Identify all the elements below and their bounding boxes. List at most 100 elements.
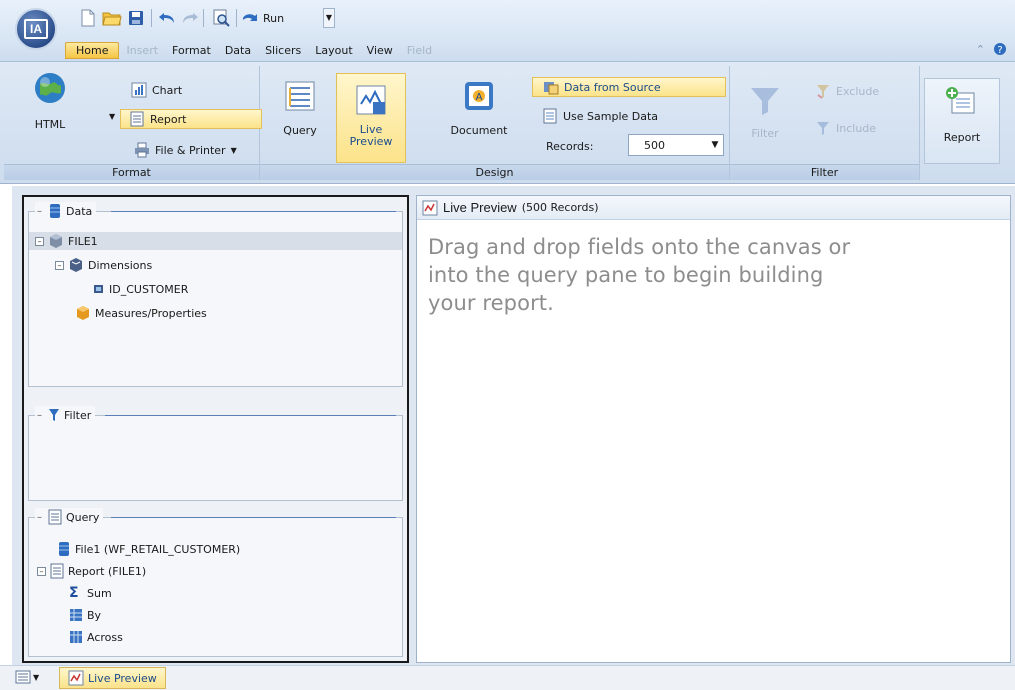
document-icon: A <box>465 82 493 110</box>
use-sample-data-label: Use Sample Data <box>563 109 659 123</box>
use-sample-data-button[interactable]: Use Sample Data <box>542 106 658 126</box>
redo-icon[interactable] <box>180 8 200 28</box>
across-icon <box>70 631 82 643</box>
records-dropdown-arrow[interactable]: ▼ <box>707 135 723 155</box>
query-label: Query <box>283 124 317 137</box>
collapse-icon[interactable]: – <box>35 206 44 217</box>
report-format-button[interactable]: Report <box>120 109 262 129</box>
database-icon <box>50 204 60 218</box>
file-printer-button[interactable]: File & Printer ▼ <box>134 140 237 160</box>
svg-text:A: A <box>476 92 483 103</box>
tree-sum[interactable]: Σ Sum <box>69 584 112 602</box>
live-preview-canvas[interactable]: Live Preview (500 Records) Drag and drop… <box>416 195 1011 663</box>
html-button[interactable]: HTML <box>22 70 78 131</box>
format-group-label: Format <box>4 164 259 180</box>
save-icon[interactable] <box>126 8 146 28</box>
html-dropdown-arrow[interactable]: ▼ <box>109 112 115 121</box>
expander-icon[interactable]: – <box>35 236 44 246</box>
query-panel-header[interactable]: – Query <box>35 508 104 526</box>
report-button-label: Report <box>943 131 981 144</box>
filter-button[interactable]: Filter <box>745 82 785 140</box>
filter-panel-header[interactable]: – Filter <box>35 406 96 424</box>
document-button[interactable]: A Document <box>443 78 515 137</box>
tree-query-file1[interactable]: File1 (WF_RETAIL_CUSTOMER) <box>57 540 240 558</box>
live-preview-button[interactable]: Live Preview <box>336 73 406 163</box>
design-group: Query Live Preview A Document Data from … <box>260 66 730 180</box>
filter-funnel-icon <box>751 88 779 115</box>
data-panel: – Data – FILE1 – Dimensions ID_CUSTOMER … <box>28 202 403 387</box>
data-panel-title: Data <box>66 204 93 218</box>
minimize-ribbon-icon[interactable]: ⌃ <box>976 43 985 56</box>
by-icon <box>70 609 82 621</box>
html-globe-icon <box>35 73 65 103</box>
dimensions-icon <box>70 258 82 272</box>
exclude-icon <box>817 85 829 99</box>
preview-record-count: (500 Records) <box>521 201 599 214</box>
app-logo[interactable]: IA <box>15 8 57 50</box>
data-from-source-icon <box>544 82 559 95</box>
collapse-icon[interactable]: – <box>35 512 44 523</box>
data-from-source-button[interactable]: Data from Source <box>532 77 726 97</box>
run-button[interactable]: Run <box>240 8 284 28</box>
expander-icon[interactable]: – <box>37 566 46 576</box>
run-icon <box>243 14 257 21</box>
tab-layout[interactable]: Layout <box>308 42 359 59</box>
tree-file1[interactable]: – FILE1 <box>29 232 402 250</box>
tab-field[interactable]: Field <box>400 42 439 59</box>
printer-icon <box>135 142 149 158</box>
query-panel: – Query File1 (WF_RETAIL_CUSTOMER) – Rep… <box>28 508 403 657</box>
chart-button[interactable]: Chart <box>131 80 182 100</box>
data-from-source-label: Data from Source <box>564 80 661 94</box>
run-dropdown-button[interactable]: ▼ <box>323 8 335 28</box>
svg-text:?: ? <box>997 45 1002 56</box>
resource-pane: – Data – FILE1 – Dimensions ID_CUSTOMER … <box>22 195 409 663</box>
tree-id-customer[interactable]: ID_CUSTOMER <box>93 280 188 298</box>
live-preview-label: Live Preview <box>349 123 393 148</box>
tree-by[interactable]: By <box>69 606 101 624</box>
report-label: Report <box>150 112 187 126</box>
tab-view[interactable]: View <box>360 42 400 59</box>
live-preview-tab[interactable]: Live Preview <box>59 667 166 689</box>
tab-data[interactable]: Data <box>218 42 258 59</box>
live-preview-small-icon <box>422 200 438 215</box>
data-panel-header[interactable]: – Data <box>35 202 97 220</box>
tab-slicers[interactable]: Slicers <box>258 42 308 59</box>
file-printer-dropdown-arrow[interactable]: ▼ <box>231 146 237 155</box>
records-value: 500 <box>644 138 665 152</box>
records-select[interactable]: 500 ▼ <box>628 134 724 156</box>
new-document-icon[interactable] <box>78 8 98 28</box>
query-button[interactable]: Query <box>276 78 324 137</box>
html-label: HTML <box>34 118 66 131</box>
tab-home[interactable]: Home <box>65 41 120 59</box>
view-menu-dropdown-arrow[interactable]: ▼ <box>33 673 39 682</box>
file-printer-label: File & Printer <box>155 143 226 157</box>
filter-label: Filter <box>751 127 779 140</box>
exclude-button[interactable]: Exclude <box>815 81 879 101</box>
help-area: ⌃ ? <box>976 42 1007 56</box>
tree-report-file1[interactable]: – Report (FILE1) <box>37 562 146 580</box>
view-menu-button[interactable]: ▼ <box>15 670 39 684</box>
document-label: Document <box>450 124 508 137</box>
live-preview-icon <box>356 85 386 115</box>
open-folder-icon[interactable] <box>102 8 122 28</box>
report-button[interactable]: Report <box>924 78 1000 164</box>
ribbon: HTML ▼ Chart Report File & Printer ▼ For… <box>0 62 1015 184</box>
chart-icon <box>131 82 147 98</box>
tree-measures[interactable]: Measures/Properties <box>75 304 207 322</box>
tree-across[interactable]: Across <box>69 628 123 646</box>
across-label: Across <box>87 630 123 644</box>
tree-dimensions[interactable]: – Dimensions <box>55 256 152 274</box>
include-button[interactable]: Include <box>815 118 876 138</box>
expander-icon[interactable]: – <box>55 260 64 270</box>
exclude-label: Exclude <box>836 84 880 98</box>
tab-insert[interactable]: Insert <box>119 42 165 59</box>
filter-icon <box>49 409 59 421</box>
collapse-icon[interactable]: – <box>35 410 44 421</box>
measures-icon <box>77 306 89 320</box>
print-preview-icon[interactable] <box>211 8 231 28</box>
measures-label: Measures/Properties <box>95 306 207 320</box>
new-report-icon <box>946 87 975 114</box>
tab-format[interactable]: Format <box>165 42 218 59</box>
help-icon[interactable]: ? <box>993 42 1007 56</box>
undo-icon[interactable] <box>157 8 177 28</box>
